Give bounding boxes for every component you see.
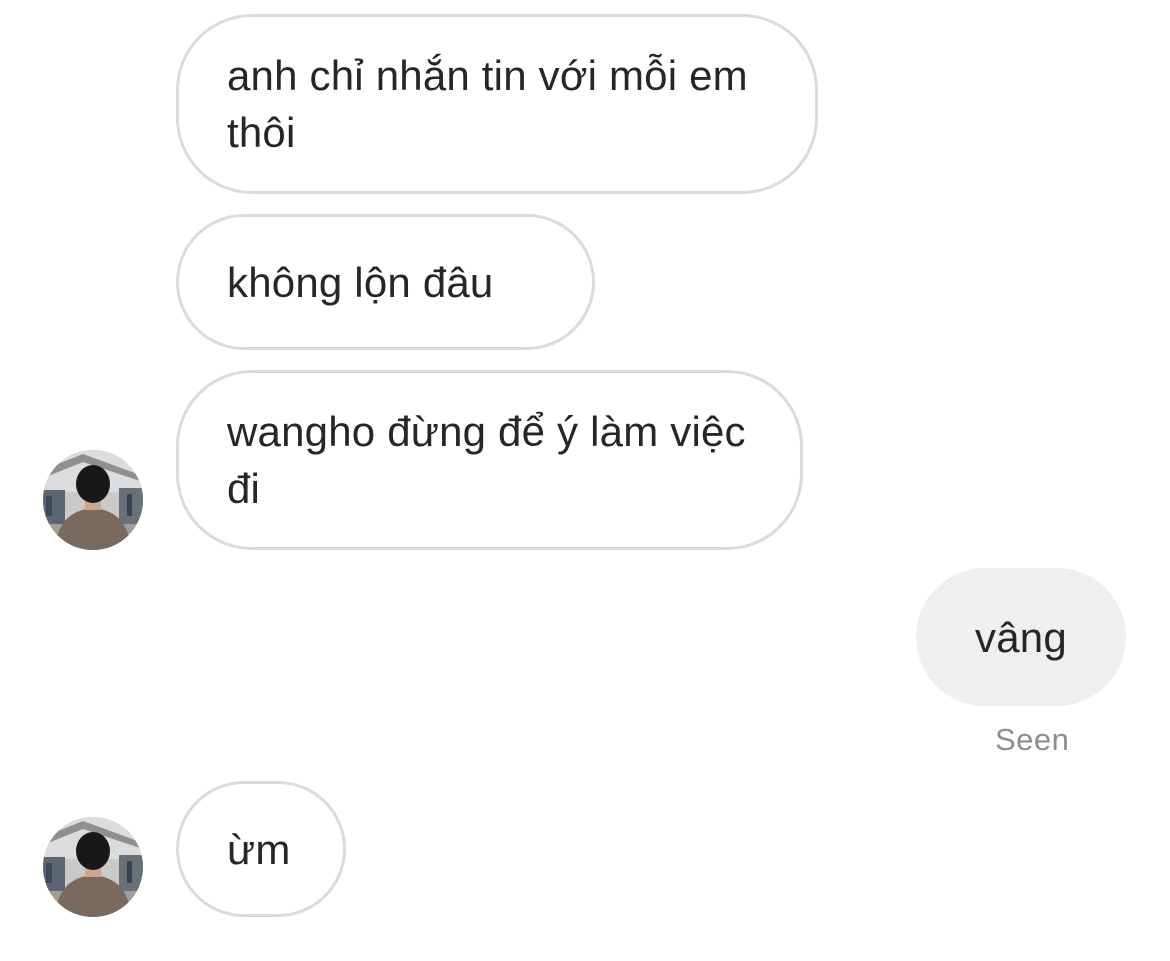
sender-avatar[interactable] [43, 817, 143, 917]
sender-avatar[interactable] [43, 450, 143, 550]
message-text: không lộn đâu [227, 258, 494, 306]
outgoing-message-bubble[interactable]: vâng [916, 568, 1126, 706]
message-text: wangho đừng để ý làm việc đi [227, 408, 746, 512]
avatar-photo-icon [43, 450, 143, 550]
message-text: ừm [227, 825, 291, 873]
message-text: anh chỉ nhắn tin với mỗi em thôi [227, 52, 748, 156]
message-text: vâng [975, 613, 1067, 661]
seen-status: Seen [995, 722, 1070, 757]
incoming-message-bubble[interactable]: ừm [176, 781, 346, 917]
incoming-message-bubble[interactable]: không lộn đâu [176, 214, 595, 350]
avatar-photo-icon [43, 817, 143, 917]
incoming-message-bubble[interactable]: anh chỉ nhắn tin với mỗi em thôi [176, 14, 818, 194]
incoming-message-bubble[interactable]: wangho đừng để ý làm việc đi [176, 370, 803, 550]
